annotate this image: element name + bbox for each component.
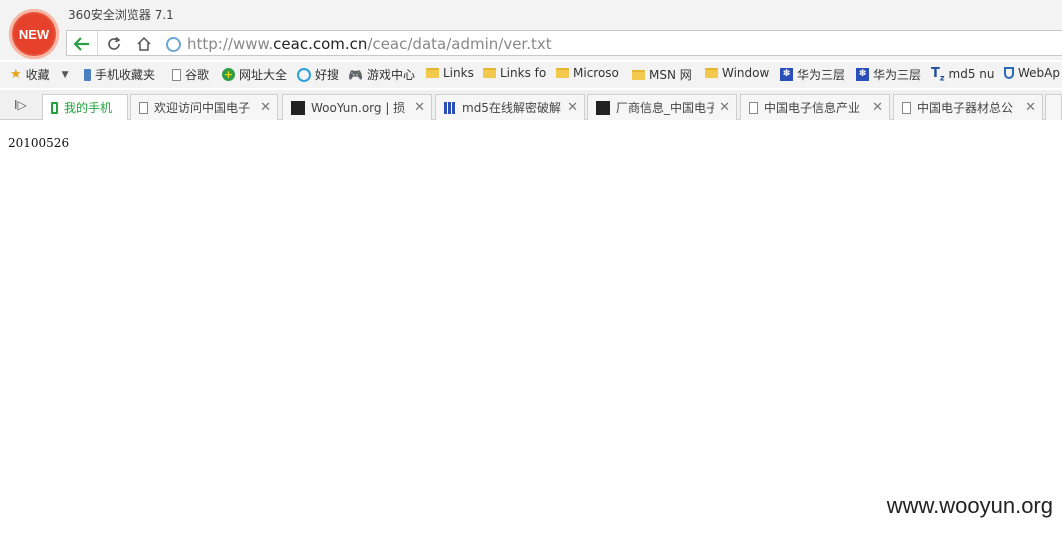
tab-item[interactable]: 欢迎访问中国电子 ✕ <box>130 94 278 120</box>
tab-item[interactable]: 中国电子器材总公 ✕ <box>893 94 1043 120</box>
tab-label: md5在线解密破解 <box>462 101 561 115</box>
page-icon <box>902 101 911 114</box>
url-host: ceac.com.cn <box>273 35 368 53</box>
tab-my-phone[interactable]: 我的手机 <box>42 94 128 120</box>
plus-globe-icon: + <box>222 68 235 81</box>
browser-logo[interactable]: NEW <box>9 9 59 59</box>
tab-overflow[interactable] <box>1045 94 1062 120</box>
folder-icon <box>705 68 718 78</box>
sidebar-toggle-icon[interactable]: I▷ <box>14 98 27 112</box>
bookmark-label: 好搜 <box>315 68 340 82</box>
tab-item[interactable]: md5在线解密破解 ✕ <box>435 94 585 120</box>
back-button[interactable] <box>70 34 94 54</box>
close-tab-icon[interactable]: ✕ <box>567 100 578 115</box>
bookmark-folder[interactable]: MSN 网 <box>632 66 692 83</box>
page-icon <box>749 101 758 114</box>
tz-icon: Tz <box>931 66 945 83</box>
folder-icon <box>632 69 645 80</box>
bookmark-item[interactable]: ✽ 华为三层 <box>856 66 921 83</box>
bookmark-folder[interactable]: Window <box>705 66 769 80</box>
reload-icon <box>108 37 121 50</box>
home-icon <box>137 37 151 51</box>
page-icon <box>172 68 181 81</box>
bookmark-label: Links fo <box>500 66 547 80</box>
bookmark-label: MSN 网 <box>649 68 692 82</box>
bookmark-folder[interactable]: Links <box>426 66 474 80</box>
bookmark-folder[interactable]: Microso <box>556 66 619 80</box>
tab-label: WooYun.org | 损 <box>311 101 406 115</box>
bookmark-label: 手机收藏夹 <box>95 68 156 82</box>
tab-item[interactable]: 中国电子信息产业 ✕ <box>740 94 890 120</box>
folder-icon <box>483 68 496 78</box>
chevron-down-icon[interactable]: ▼ <box>62 70 69 80</box>
bookmark-label: 收藏 <box>25 68 50 82</box>
watermark: www.wooyun.org <box>886 493 1053 518</box>
tab-label: 中国电子器材总公 <box>917 101 1014 115</box>
bookmark-item[interactable]: 🎮 游戏中心 <box>348 66 415 83</box>
reload-button[interactable] <box>102 34 126 54</box>
paw-icon: ✽ <box>856 68 869 81</box>
bookmark-label: 华为三层 <box>797 68 846 82</box>
bookmark-favorites[interactable]: ★ 收藏 ▼ <box>10 66 69 83</box>
bookmark-label: Microso <box>573 66 619 80</box>
bookmark-item[interactable]: 手机收藏夹 <box>84 66 155 83</box>
url-path: /ceac/data/admin/ver.txt <box>367 35 552 53</box>
close-tab-icon[interactable]: ✕ <box>872 100 883 115</box>
nav-separator <box>97 31 98 55</box>
bookmark-label: md5 nu <box>948 67 995 82</box>
star-icon: ★ <box>10 67 22 82</box>
close-tab-icon[interactable]: ✕ <box>719 100 730 115</box>
grid-icon <box>444 101 456 114</box>
bookmark-item[interactable]: 好搜 <box>297 66 339 83</box>
tab-item[interactable]: 厂商信息_中国电子 ✕ <box>587 94 737 120</box>
app-title: 360安全浏览器 7.1 <box>68 8 174 22</box>
tab-label: 我的手机 <box>64 101 113 115</box>
bookmark-label: Links <box>443 66 474 80</box>
bookmarks-bar: ★ 收藏 ▼ 手机收藏夹 谷歌 + 网址大全 好搜 🎮 游戏中心 Links L… <box>0 62 1062 88</box>
bookmark-item[interactable]: + 网址大全 <box>222 66 287 83</box>
back-arrow-icon <box>74 37 89 51</box>
page-content-text: 20100526 <box>8 136 70 150</box>
phone-icon <box>84 68 91 81</box>
bookmark-label: Window <box>722 66 770 80</box>
bookmark-item[interactable]: WebAp <box>1004 66 1060 80</box>
close-tab-icon[interactable]: ✕ <box>260 100 271 115</box>
phone-icon <box>51 101 58 114</box>
bookmark-label: 游戏中心 <box>366 68 415 82</box>
tab-item[interactable]: WooYun.org | 损 ✕ <box>282 94 432 120</box>
search-q-icon <box>297 67 311 82</box>
tab-strip: I▷ 我的手机 欢迎访问中国电子 ✕ WooYun.org | 损 ✕ md5在… <box>0 90 1062 120</box>
bookmark-label: 谷歌 <box>185 68 210 82</box>
bookmark-item[interactable]: ✽ 华为三层 <box>780 66 845 83</box>
logo-text: NEW <box>18 26 50 42</box>
tab-label: 欢迎访问中国电子 <box>154 101 251 115</box>
tab-label: 中国电子信息产业 <box>764 101 861 115</box>
bookmark-item[interactable]: 谷歌 <box>172 66 209 83</box>
tab-label: 厂商信息_中国电子 <box>616 101 714 115</box>
wooyun-icon <box>291 100 305 115</box>
home-button[interactable] <box>132 34 156 54</box>
gamepad-icon: 🎮 <box>348 67 363 82</box>
bookmark-label: WebAp <box>1018 66 1060 80</box>
bookmark-folder[interactable]: Links fo <box>483 66 546 80</box>
url-field[interactable]: http://www.ceac.com.cn/ceac/data/admin/v… <box>187 35 552 53</box>
page-icon <box>139 101 148 114</box>
folder-icon <box>556 68 569 78</box>
wooyun-icon <box>596 100 610 115</box>
url-prefix: http://www. <box>187 35 274 53</box>
close-tab-icon[interactable]: ✕ <box>414 100 425 115</box>
close-tab-icon[interactable]: ✕ <box>1025 100 1036 115</box>
address-bar[interactable]: http://www.ceac.com.cn/ceac/data/admin/v… <box>66 30 1062 56</box>
bookmark-item[interactable]: Tz md5 nu <box>931 66 995 83</box>
shield-icon <box>1004 67 1014 79</box>
paw-icon: ✽ <box>780 68 793 81</box>
folder-icon <box>426 68 439 78</box>
bookmark-label: 华为三层 <box>873 68 922 82</box>
bookmark-label: 网址大全 <box>239 68 288 82</box>
site-security-icon[interactable] <box>166 37 181 52</box>
